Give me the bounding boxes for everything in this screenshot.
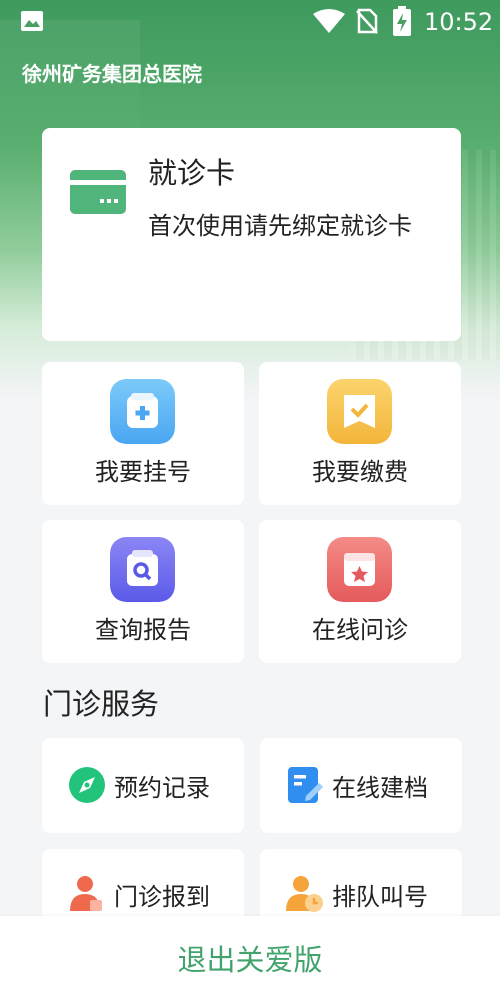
online-consultation-button[interactable]: 在线问诊 — [259, 520, 461, 663]
wifi-icon — [313, 9, 345, 33]
online-consultation-label: 在线问诊 — [312, 616, 408, 644]
hospital-name: 徐州矿务集团总医院 — [22, 62, 202, 86]
outpatient-checkin-label: 门诊报到 — [114, 883, 210, 911]
appointment-records-button[interactable]: 预约记录 — [42, 738, 244, 833]
report-query-label: 查询报告 — [95, 616, 191, 644]
compass-icon — [69, 767, 105, 803]
consultation-star-icon — [327, 537, 392, 602]
person-checkin-icon — [70, 876, 102, 911]
image-notification-icon — [21, 11, 43, 31]
visit-card-description: 首次使用请先绑定就诊卡 — [148, 212, 412, 240]
outpatient-section-title: 门诊服务 — [43, 687, 160, 721]
payment-label: 我要缴费 — [312, 458, 408, 486]
report-query-button[interactable]: 查询报告 — [42, 520, 244, 663]
visit-card-title: 就诊卡 — [148, 156, 236, 190]
queue-number-label: 排队叫号 — [332, 883, 428, 911]
clock-time: 10:52 — [424, 8, 494, 36]
battery-charging-icon — [393, 6, 411, 36]
document-edit-icon — [288, 767, 323, 803]
appointment-records-label: 预约记录 — [114, 774, 210, 802]
register-button[interactable]: 我要挂号 — [42, 362, 244, 505]
exit-care-mode-button[interactable]: 退出关爱版 — [0, 916, 500, 1000]
hospital-bag-icon — [110, 379, 175, 444]
visit-card-panel[interactable]: 就诊卡 首次使用请先绑定就诊卡 — [42, 128, 461, 341]
register-label: 我要挂号 — [95, 458, 191, 486]
no-sim-icon — [356, 8, 378, 34]
exit-care-mode-label: 退出关爱版 — [177, 943, 323, 977]
payment-check-icon — [327, 379, 392, 444]
payment-button[interactable]: 我要缴费 — [259, 362, 461, 505]
status-bar: 10:52 — [0, 0, 500, 44]
online-filing-label: 在线建档 — [332, 774, 428, 802]
credit-card-icon — [70, 170, 126, 214]
queue-clock-icon — [286, 876, 323, 912]
report-search-icon — [110, 537, 175, 602]
online-filing-button[interactable]: 在线建档 — [260, 738, 462, 833]
